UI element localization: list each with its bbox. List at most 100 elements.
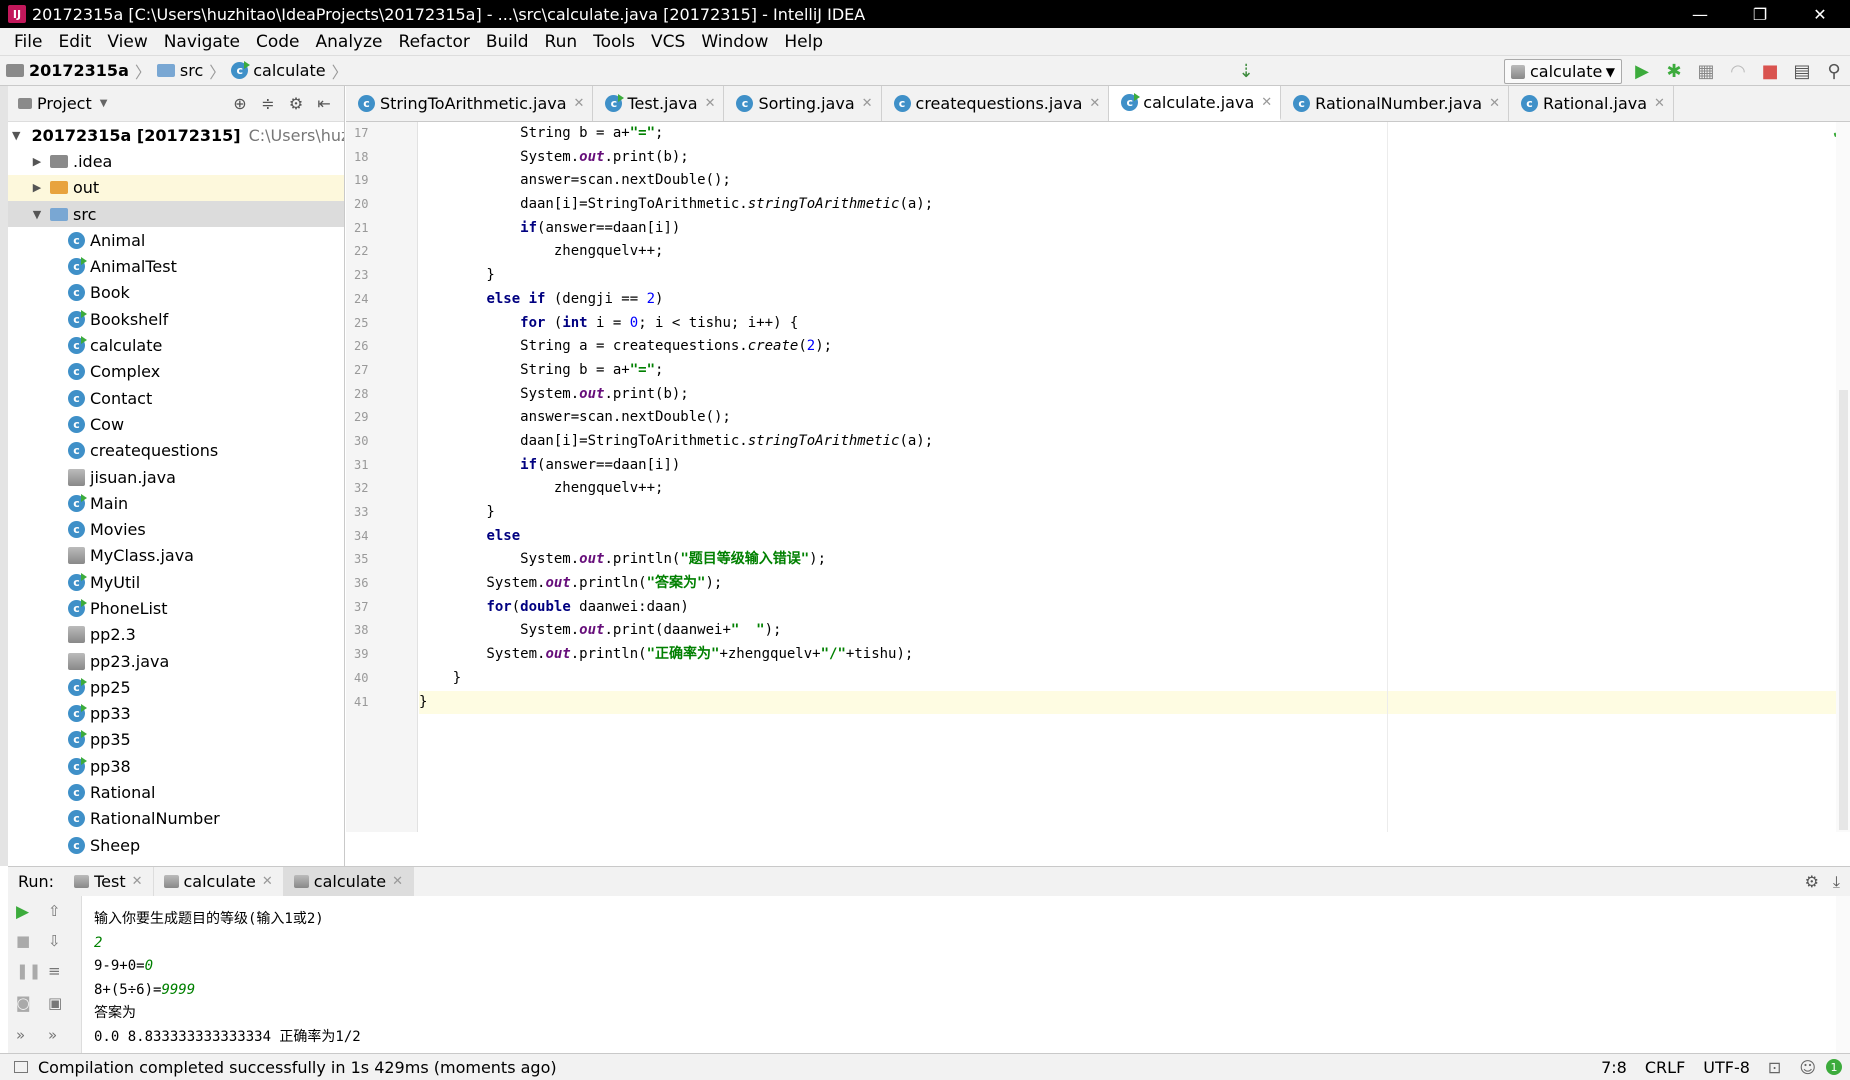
event-log-icon[interactable]: 1 [1826,1059,1842,1075]
close-icon[interactable]: ✕ [862,96,873,111]
chevron-right-icon[interactable]: ▶ [30,155,44,168]
tree-file[interactable]: c Main [8,490,344,516]
code-editor[interactable]: String b = a+"="; System.out.print(b); a… [419,122,1839,832]
menu-vcs[interactable]: VCS [651,32,685,52]
close-icon[interactable]: ✕ [1790,0,1850,28]
arrow-up-icon[interactable]: ⇧ [48,902,61,920]
code-line[interactable]: if(answer==daan[i]) [419,454,1839,478]
stop-icon[interactable]: ■ [16,932,30,950]
minimize-icon[interactable]: — [1670,0,1730,28]
close-icon[interactable]: ✕ [392,874,403,889]
tree-file[interactable]: c Rational [8,779,344,805]
menu-build[interactable]: Build [486,32,529,52]
chevron-down-icon[interactable]: ▼ [30,208,44,221]
tree-file[interactable]: c Movies [8,516,344,542]
close-icon[interactable]: ✕ [262,874,273,889]
code-line[interactable]: System.out.println("正确率为"+zhengquelv+"/"… [419,643,1839,667]
menu-edit[interactable]: Edit [58,32,91,52]
collapse-icon[interactable]: ≑ [254,94,282,113]
chevron-down-icon[interactable]: ▼ [12,129,20,142]
run-icon[interactable]: ▶ [1626,61,1658,82]
close-icon[interactable]: ✕ [132,874,143,889]
arrow-down-icon[interactable]: ⇩ [48,932,61,950]
menu-analyze[interactable]: Analyze [316,32,383,52]
editor-scrollbar[interactable] [1836,122,1850,832]
project-panel-title[interactable]: Project [37,94,92,113]
tree-file[interactable]: c Contact [8,385,344,411]
code-line[interactable]: System.out.println("答案为"); [419,572,1839,596]
scroll-to-end-icon[interactable]: ▣ [48,994,62,1012]
coverage-icon[interactable]: ▦ [1690,61,1722,82]
menu-help[interactable]: Help [784,32,823,52]
tree-file[interactable]: c RationalNumber [8,806,344,832]
tree-file[interactable]: MyClass.java [8,543,344,569]
run-configuration-select[interactable]: calculate ▼ [1504,59,1622,84]
menu-view[interactable]: View [107,32,147,52]
code-line[interactable]: else [419,525,1839,549]
code-line[interactable]: else if (dengji == 2) [419,288,1839,312]
tree-file[interactable]: c PhoneList [8,595,344,621]
locate-icon[interactable]: ⊕ [226,94,254,113]
menu-window[interactable]: Window [701,32,768,52]
tree-folder-idea[interactable]: ▶ .idea [8,148,344,174]
close-icon[interactable]: ✕ [1261,95,1272,110]
profile-icon[interactable]: ◠ [1722,61,1754,82]
close-icon[interactable]: ✕ [705,96,716,111]
code-line[interactable]: if(answer==daan[i]) [419,217,1839,241]
run-tab-calculate-active[interactable]: calculate ✕ [283,866,415,897]
code-line[interactable]: zhengquelv++; [419,477,1839,501]
code-line[interactable]: } [419,501,1839,525]
run-tab-calculate[interactable]: calculate ✕ [154,866,284,897]
search-icon[interactable]: ⚲ [1818,61,1850,82]
menu-code[interactable]: Code [256,32,300,52]
breadcrumb-folder[interactable]: src [180,61,203,80]
code-line[interactable]: System.out.print(daanwei+" "); [419,619,1839,643]
tree-file[interactable]: c calculate [8,332,344,358]
tab-test[interactable]: c Test.java ✕ [593,86,725,121]
code-line[interactable]: daan[i]=StringToArithmetic.stringToArith… [419,430,1839,454]
menu-run[interactable]: Run [545,32,578,52]
stop-icon[interactable]: ■ [1754,61,1786,82]
tree-file[interactable]: c createquestions [8,438,344,464]
code-line[interactable]: answer=scan.nextDouble(); [419,406,1839,430]
tab-calculate[interactable]: c calculate.java ✕ [1109,86,1282,121]
tree-file[interactable]: c Cow [8,411,344,437]
tree-file[interactable]: c pp25 [8,674,344,700]
gear-icon[interactable]: ⚙ [282,94,310,113]
tree-file[interactable]: c pp38 [8,753,344,779]
project-structure-icon[interactable]: ▤ [1786,61,1818,82]
tree-file[interactable]: c Bookshelf [8,306,344,332]
tab-createquestions[interactable]: c createquestions.java ✕ [882,86,1110,121]
dump-threads-icon[interactable]: ◙ [16,994,31,1012]
soft-wrap-icon[interactable]: ≡ [48,962,61,980]
menu-navigate[interactable]: Navigate [164,32,240,52]
code-line[interactable]: } [419,264,1839,288]
code-line[interactable]: String b = a+"="; [419,359,1839,383]
debug-icon[interactable]: ✱ [1658,61,1690,82]
hide-icon[interactable]: ⇤ [310,94,338,113]
code-line[interactable]: String a = createquestions.create(2); [419,335,1839,359]
tree-file[interactable]: c pp33 [8,701,344,727]
menu-refactor[interactable]: Refactor [399,32,470,52]
close-icon[interactable]: ✕ [574,96,585,111]
caret-position[interactable]: 7:8 [1601,1058,1627,1077]
line-separator[interactable]: CRLF [1645,1058,1685,1077]
breadcrumb-project[interactable]: 20172315a [29,61,129,80]
more-icon[interactable]: » [16,1026,25,1044]
hide-panel-icon[interactable]: ⤓ [1833,872,1840,892]
tree-folder-src[interactable]: ▼ src [8,200,344,228]
tool-window-icon[interactable] [14,1061,28,1073]
tree-file[interactable]: pp2.3 [8,622,344,648]
gear-icon[interactable]: ⚙ [1805,872,1819,891]
chevron-right-icon[interactable]: ▶ [30,181,44,194]
code-line[interactable]: System.out.println("题目等级输入错误"); [419,548,1839,572]
tree-root[interactable]: ▼ 20172315a [20172315] C:\Users\huzhitao [8,122,344,148]
code-line[interactable]: for(double daanwei:daan) [419,596,1839,620]
code-line[interactable]: System.out.print(b); [419,383,1839,407]
rerun-icon[interactable]: ▶ [16,902,29,922]
lock-icon[interactable]: ⊡ [1768,1058,1781,1077]
tree-file[interactable]: c Book [8,280,344,306]
tree-file[interactable]: c Animal [8,227,344,253]
tree-folder-out[interactable]: ▶ out [8,174,344,201]
tab-rational[interactable]: c Rational.java ✕ [1509,86,1674,121]
